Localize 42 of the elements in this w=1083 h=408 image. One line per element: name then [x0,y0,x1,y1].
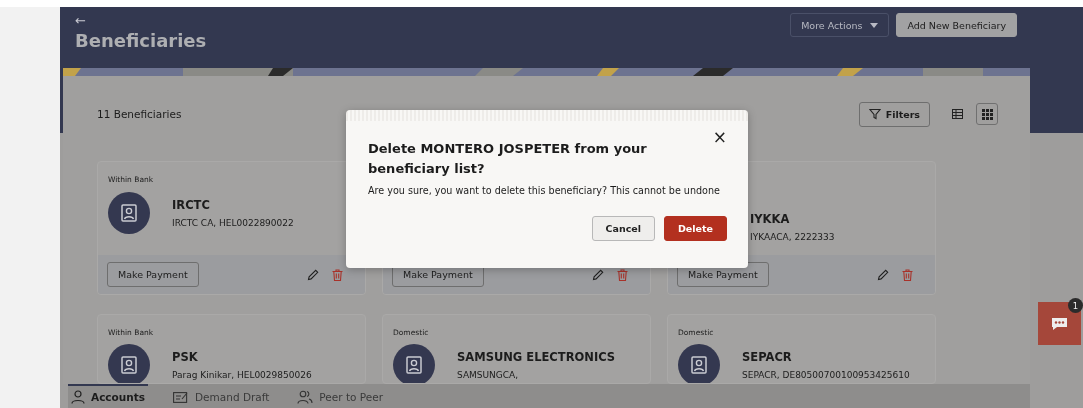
make-payment-button[interactable]: Make Payment [107,262,199,287]
dialog-title: Delete MONTERO JOSPETER from your beneficiary list? [368,140,648,178]
avatar [678,344,720,383]
beneficiary-details: IRCTC CA, HEL0022890022 [172,218,294,228]
chat-icon [1051,316,1068,331]
delete-icon[interactable] [617,268,628,281]
delete-button[interactable]: Delete [664,216,727,241]
page-title: Beneficiaries [75,30,207,51]
draft-icon [173,391,189,403]
people-icon [297,390,314,404]
dialog-message: Are you sure, you want to delete this beneficiary? This cannot be undone [368,185,721,196]
more-actions-dropdown[interactable]: More Actions [790,13,890,37]
avatar [108,192,150,234]
edit-icon[interactable] [307,268,319,281]
beneficiary-name: SAMSUNG ELECTRONICS [457,350,616,364]
beneficiary-details: IYKAACA, 2222333 [750,232,836,242]
close-button[interactable]: × [712,129,727,146]
back-button[interactable]: ← [75,13,89,28]
filter-icon [868,108,881,120]
cancel-button[interactable]: Cancel [591,216,655,241]
edit-icon[interactable] [592,268,604,281]
beneficiary-name: IYKKA [750,212,791,226]
grid-icon [981,108,993,120]
add-beneficiary-button[interactable]: Add New Beneficiary [896,13,1017,37]
beneficiary-details: Parag Kinikar, HEL0029850026 [172,370,312,380]
beneficiary-name: IRCTC [172,198,211,212]
bottom-tab[interactable]: Accounts [68,384,148,408]
avatar [393,344,435,383]
beneficiary-details: SAMSUNGCA, [457,370,520,380]
avatar [108,344,150,383]
beneficiary-name: PSK [172,350,199,364]
beneficiary-count: 11 Beneficiaries [97,108,182,120]
bottom-tab[interactable]: Demand Draft [170,384,273,408]
beneficiary-name: SEPACR [742,350,793,364]
edit-icon[interactable] [877,268,889,281]
grid-view-button[interactable] [976,103,998,125]
caret-icon [870,22,879,28]
beneficiary-details: SEPACR, DE80500700100953425610 [742,370,910,380]
bottom-tab[interactable]: Peer to Peer [294,384,386,408]
table-icon [951,109,963,119]
filters-button[interactable]: Filters [858,101,930,127]
person-icon [71,390,85,404]
